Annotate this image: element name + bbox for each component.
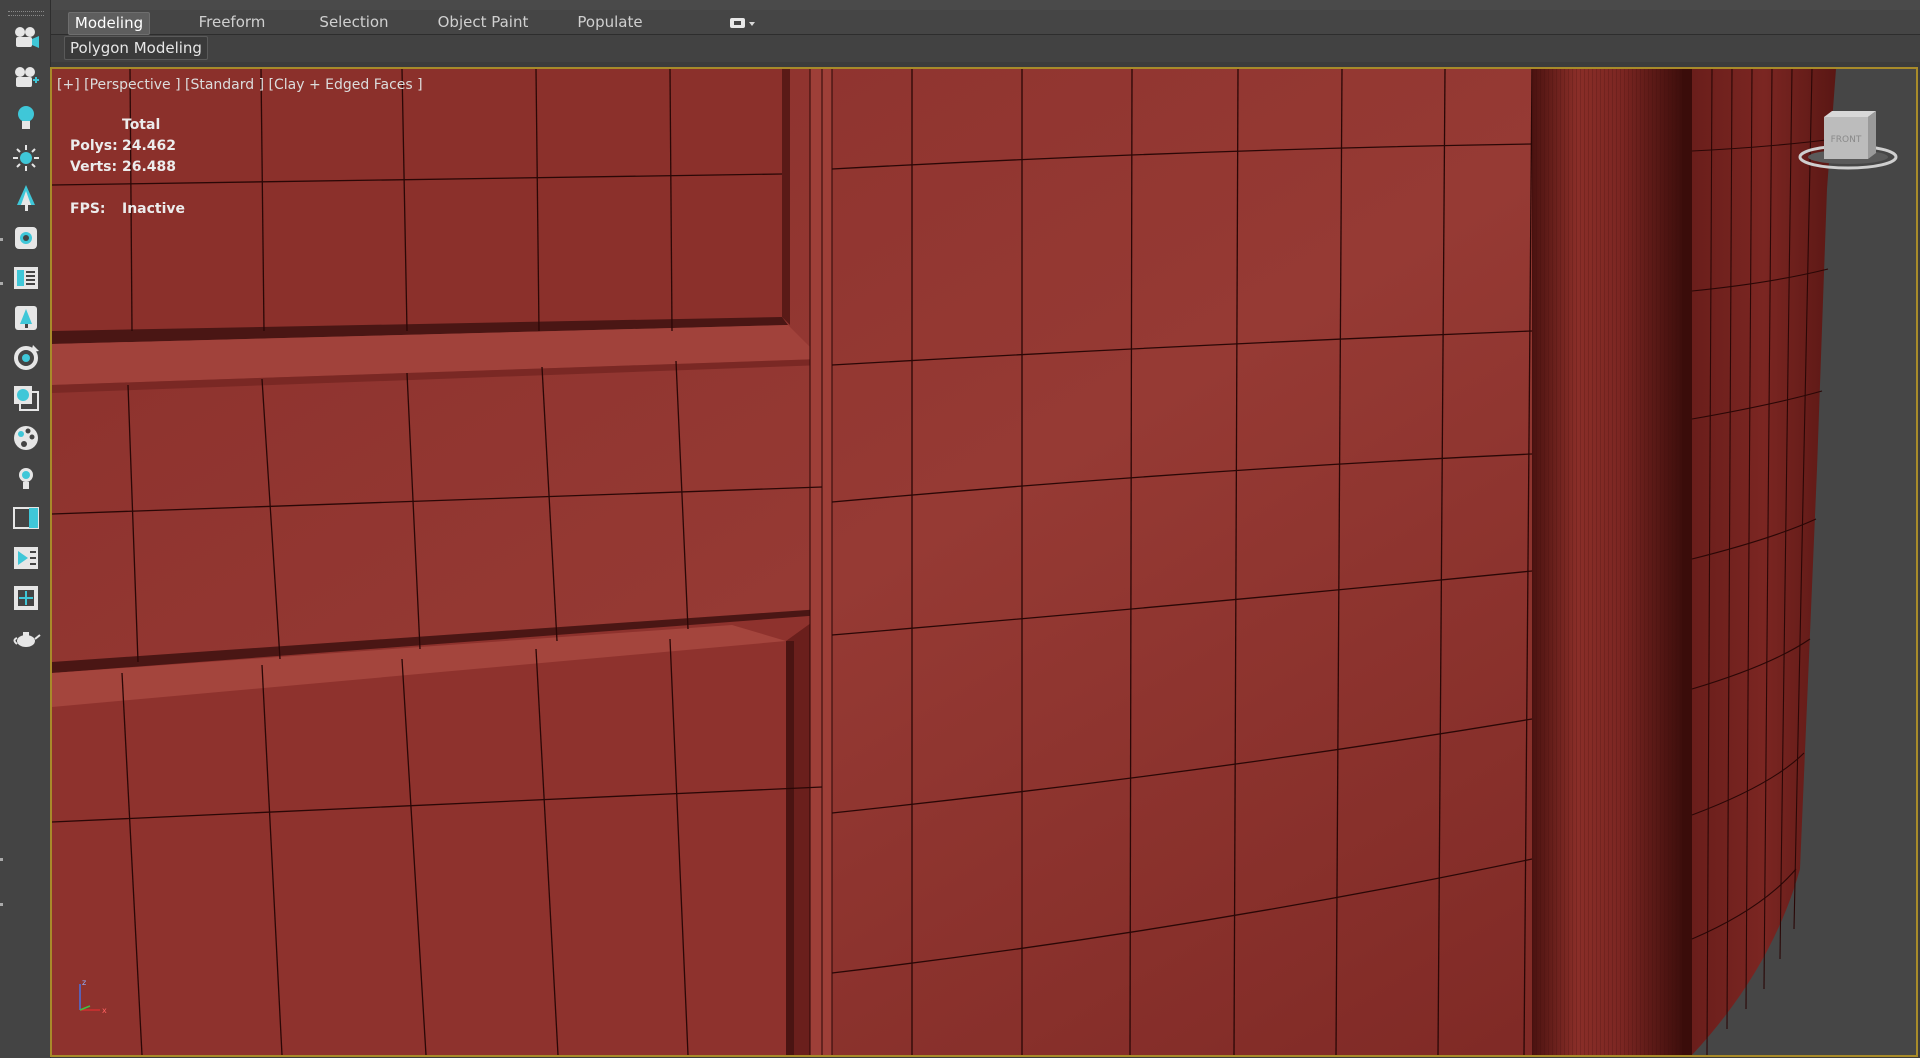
- edge-marker: [0, 903, 3, 906]
- ribbon-panel: Polygon Modeling: [51, 35, 1920, 62]
- teapot-icon[interactable]: [10, 622, 42, 654]
- viewport-icon[interactable]: [10, 502, 42, 534]
- verts-label: Verts:: [70, 159, 118, 175]
- grid-select-icon[interactable]: [10, 582, 42, 614]
- edge-marker: [0, 858, 3, 861]
- toolbar-grip[interactable]: [8, 11, 44, 16]
- polygon-modeling-panel-label[interactable]: Polygon Modeling: [64, 36, 208, 60]
- bulb-small-icon[interactable]: [10, 462, 42, 494]
- viewcube-face-label: FRONT: [1831, 135, 1862, 145]
- axis-tripod-icon: z x: [72, 976, 112, 1016]
- rotate-icon[interactable]: [10, 342, 42, 374]
- camera-add-icon[interactable]: [10, 62, 42, 94]
- chevron-down-icon: [730, 18, 755, 28]
- palette-icon[interactable]: [10, 422, 42, 454]
- tab-selection[interactable]: Selection: [314, 12, 394, 33]
- paint-brush-icon[interactable]: [10, 222, 42, 254]
- ribbon-options-dropdown[interactable]: [729, 15, 759, 29]
- sun-icon[interactable]: [10, 142, 42, 174]
- tab-freeform[interactable]: Freeform: [192, 12, 272, 33]
- tree-stamp-icon[interactable]: [10, 302, 42, 334]
- layers-icon[interactable]: [10, 382, 42, 414]
- svg-text:x: x: [102, 1006, 107, 1015]
- edge-marker: [0, 238, 3, 241]
- svg-text:z: z: [82, 978, 86, 987]
- viewport-label-menu[interactable]: [+] [Perspective ] [Standard ] [Clay + E…: [57, 77, 423, 93]
- ribbon-tab-bar: Modeling Freeform Selection Object Paint…: [51, 10, 1920, 35]
- tree-icon[interactable]: [10, 182, 42, 214]
- polys-value: 24.462: [122, 138, 177, 154]
- light-bulb-icon[interactable]: [10, 102, 42, 134]
- fps-value: Inactive: [122, 201, 186, 217]
- tab-object-paint[interactable]: Object Paint: [423, 12, 543, 33]
- edge-marker: [0, 282, 3, 285]
- camera-icon[interactable]: [10, 22, 42, 54]
- clay-model-render: [52, 69, 1836, 1055]
- tab-populate[interactable]: Populate: [570, 12, 650, 33]
- library-icon[interactable]: [10, 262, 42, 294]
- viewcube[interactable]: FRONT: [1794, 107, 1902, 177]
- verts-value: 26.488: [122, 159, 177, 175]
- stats-total-header: Total: [122, 117, 161, 133]
- fps-label: FPS:: [70, 201, 106, 217]
- render-icon[interactable]: [10, 542, 42, 574]
- polys-label: Polys:: [70, 138, 118, 154]
- perspective-viewport[interactable]: [+] [Perspective ] [Standard ] [Clay + E…: [50, 67, 1918, 1057]
- tab-modeling[interactable]: Modeling: [68, 12, 150, 35]
- viewcube-icon: FRONT: [1798, 111, 1898, 170]
